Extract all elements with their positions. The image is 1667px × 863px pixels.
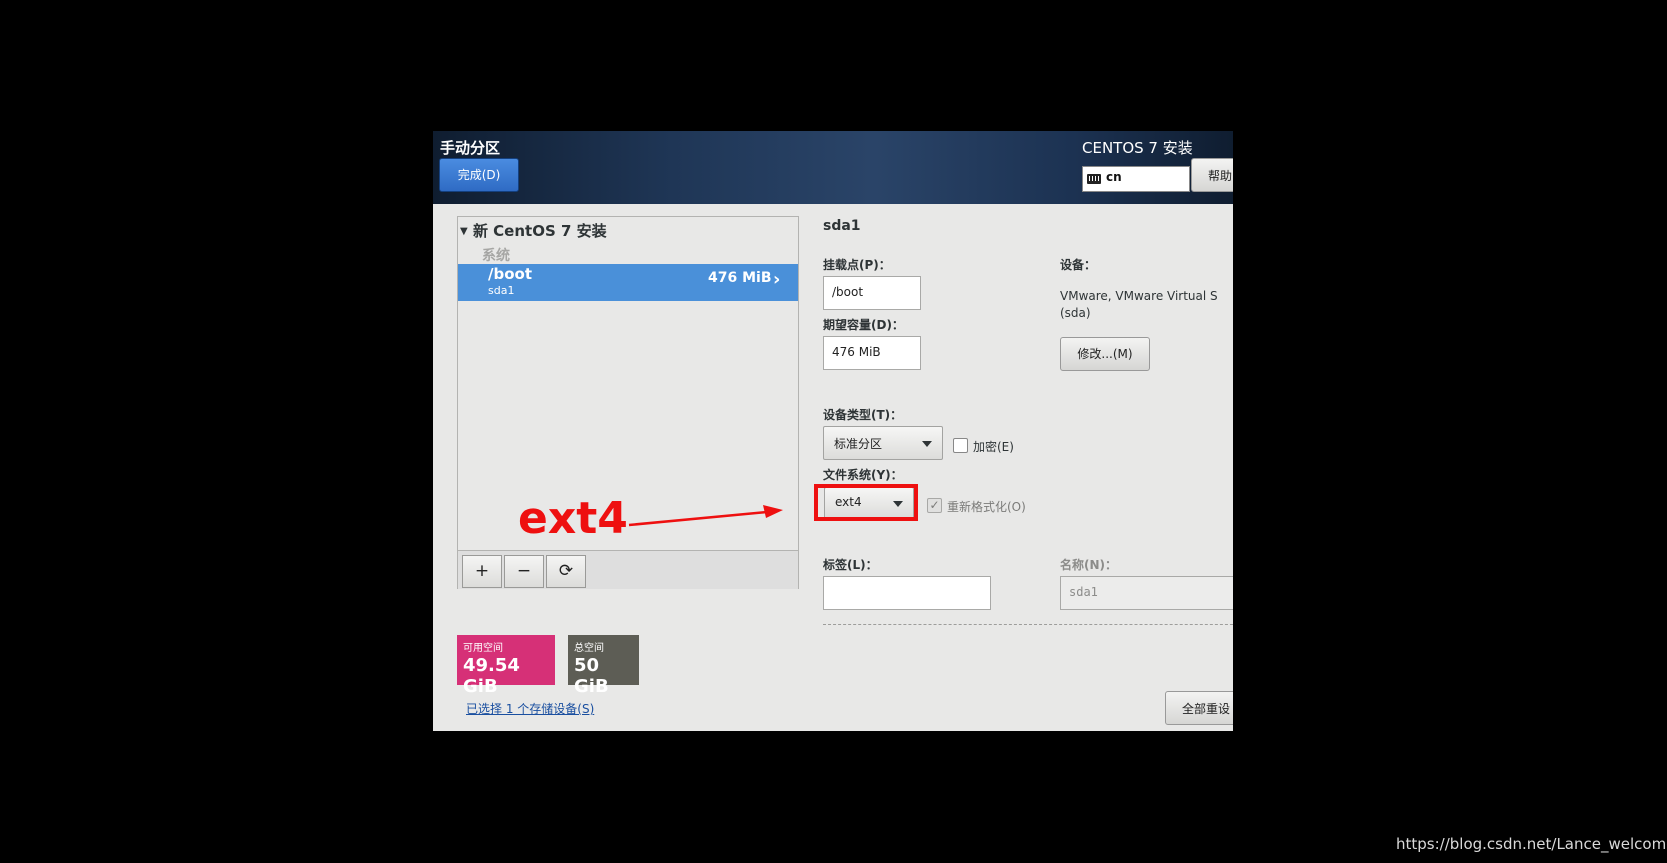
mount-point-label: 挂载点(P)： (823, 258, 891, 272)
header-bar: 手动分区 完成(D) CENTOS 7 安装 cn 帮助 (433, 131, 1233, 204)
expander-down-icon[interactable]: ▼ (460, 226, 468, 237)
mount-point-input[interactable]: /boot (823, 276, 921, 310)
keyboard-icon (1087, 174, 1101, 184)
dropdown-arrow-icon (922, 441, 932, 447)
help-button[interactable]: 帮助 (1191, 158, 1233, 192)
row-mountpoint: /boot (488, 265, 532, 283)
partition-row[interactable]: /boot sda1 476 MiB › (458, 264, 798, 301)
annotation-text: ext4 (518, 493, 628, 544)
reset-all-button[interactable]: 全部重设 (1165, 691, 1233, 725)
device-type-value: 标准分区 (834, 437, 883, 451)
annotation-highlight-box (814, 484, 918, 521)
encrypt-label: 加密(E) (973, 440, 1014, 454)
watermark: https://blog.csdn.net/Lance_welcome (1396, 835, 1667, 853)
total-space-label: 总空间 (574, 643, 604, 654)
total-space-value: 50 GiB (574, 655, 609, 697)
available-space-label: 可用空间 (463, 643, 503, 654)
remove-partition-button[interactable]: − (504, 555, 544, 588)
capacity-input[interactable]: 476 MiB (823, 336, 921, 370)
partition-name-title: sda1 (823, 218, 861, 234)
row-device: sda1 (488, 284, 515, 297)
filesystem-label: 文件系统(Y)： (823, 468, 903, 482)
available-space-value: 49.54 GiB (463, 655, 520, 697)
tree-root-label: 新 CentOS 7 安装 (472, 222, 607, 240)
label-input[interactable] (823, 576, 991, 610)
done-button[interactable]: 完成(D) (439, 158, 519, 192)
tree-category-label: 系统 (482, 248, 510, 264)
installer-window: 手动分区 完成(D) CENTOS 7 安装 cn 帮助 ▼ 新 CentOS … (433, 131, 1233, 731)
available-space-box: 可用空间 49.54 GiB (457, 635, 555, 697)
annotation-arrow-icon (628, 505, 783, 527)
reformat-label: 重新格式化(O) (947, 500, 1026, 514)
encrypt-checkbox[interactable] (953, 438, 968, 453)
refresh-icon[interactable]: ⟳ (546, 555, 586, 588)
device-type-dropdown[interactable]: 标准分区 (823, 426, 943, 460)
label-field-label: 标签(L)： (823, 558, 878, 572)
name-field-label: 名称(N)： (1060, 558, 1118, 572)
keyboard-layout-label: cn (1106, 170, 1122, 184)
tree-root[interactable]: ▼ 新 CentOS 7 安装 (460, 220, 607, 241)
reformat-checkbox[interactable]: ✓ (927, 498, 942, 513)
name-input: sda1 (1060, 576, 1233, 610)
chevron-right-icon: › (773, 269, 781, 290)
divider (823, 624, 1233, 625)
device-description: VMware, VMware Virtual S (1060, 289, 1218, 303)
device-label: 设备： (1060, 258, 1097, 272)
device-type-label: 设备类型(T)： (823, 408, 903, 422)
total-space-box: 总空间 50 GiB (568, 635, 639, 697)
tree-toolbar: + − ⟳ (458, 550, 798, 589)
partition-tree: ▼ 新 CentOS 7 安装 系统 /boot sda1 476 MiB › … (457, 216, 799, 589)
product-title: CENTOS 7 安装 (1082, 139, 1193, 157)
capacity-label: 期望容量(D)： (823, 318, 904, 332)
device-description-sub: (sda) (1060, 306, 1091, 320)
add-partition-button[interactable]: + (462, 555, 502, 588)
page-title: 手动分区 (440, 139, 501, 157)
modify-device-button[interactable]: 修改...(M) (1060, 337, 1150, 371)
storage-devices-link[interactable]: 已选择 1 个存储设备(S) (466, 700, 594, 717)
row-size: 476 MiB (708, 270, 772, 286)
keyboard-layout-indicator[interactable]: cn (1082, 166, 1190, 192)
